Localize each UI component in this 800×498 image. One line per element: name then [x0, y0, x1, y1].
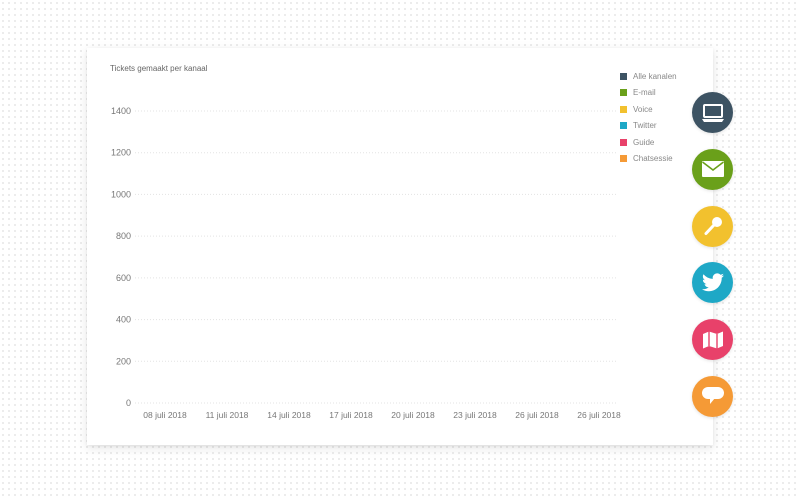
legend-swatch	[620, 89, 627, 97]
legend-swatch	[620, 155, 627, 163]
x-tick-label: 23 juli 2018	[453, 410, 497, 420]
x-tick-label: 11 juli 2018	[206, 410, 249, 420]
x-tick-label: 14 juli 2018	[267, 410, 311, 420]
y-tick-label: 1400	[111, 106, 131, 116]
envelope-icon	[701, 160, 725, 178]
chart-card: Tickets gemaakt per kanaal 0 200 400 600 800…	[87, 48, 713, 445]
x-tick-label: 08 juli 2018	[143, 410, 187, 420]
channel-buttons	[692, 92, 733, 433]
x-tick-label: 17 juli 2018	[329, 410, 373, 420]
legend-item[interactable]: Guide	[620, 134, 677, 151]
y-tick-label: 200	[116, 356, 131, 366]
chart-legend: Alle kanalen E-mail Voice Twitter Guide Chats…	[620, 68, 677, 167]
laptop-channel-button[interactable]	[692, 92, 733, 133]
legend-item[interactable]: Voice	[620, 101, 677, 118]
microphone-icon	[702, 215, 724, 237]
legend-item[interactable]: Twitter	[620, 118, 677, 135]
legend-label: Twitter	[633, 121, 657, 131]
x-tick-label: 26 juli 2018	[515, 410, 559, 420]
legend-label: Chatsessie	[633, 154, 673, 164]
legend-swatch	[620, 105, 627, 113]
legend-item[interactable]: Chatsessie	[620, 151, 677, 168]
legend-label: Guide	[633, 137, 655, 147]
map-channel-button[interactable]	[692, 319, 733, 361]
x-tick-label: 26 juli 2018	[577, 410, 621, 420]
x-tick-label: 20 juli 2018	[391, 410, 435, 420]
chat-bubble-icon	[701, 385, 725, 407]
legend-label: Alle kanalen	[633, 71, 677, 81]
envelope-channel-button[interactable]	[692, 148, 733, 190]
legend-label: E-mail	[633, 88, 656, 98]
twitter-bird-channel-button[interactable]	[692, 262, 733, 304]
legend-label: Voice	[633, 104, 653, 114]
legend-item[interactable]: E-mail	[620, 85, 677, 102]
y-tick-label: 600	[116, 273, 131, 283]
y-tick-label: 400	[116, 315, 131, 325]
legend-swatch	[620, 72, 627, 80]
y-tick-label: 800	[116, 231, 131, 241]
laptop-icon	[701, 103, 725, 123]
twitter-bird-icon	[701, 273, 725, 293]
microphone-channel-button[interactable]	[692, 205, 733, 247]
y-tick-label: 1000	[111, 189, 131, 199]
y-tick-label: 0	[126, 398, 131, 408]
y-tick-label: 1200	[111, 148, 131, 158]
legend-swatch	[620, 122, 627, 130]
map-icon	[702, 330, 724, 350]
legend-swatch	[620, 138, 627, 146]
chat-bubble-channel-button[interactable]	[692, 375, 733, 417]
legend-item[interactable]: Alle kanalen	[620, 68, 677, 85]
